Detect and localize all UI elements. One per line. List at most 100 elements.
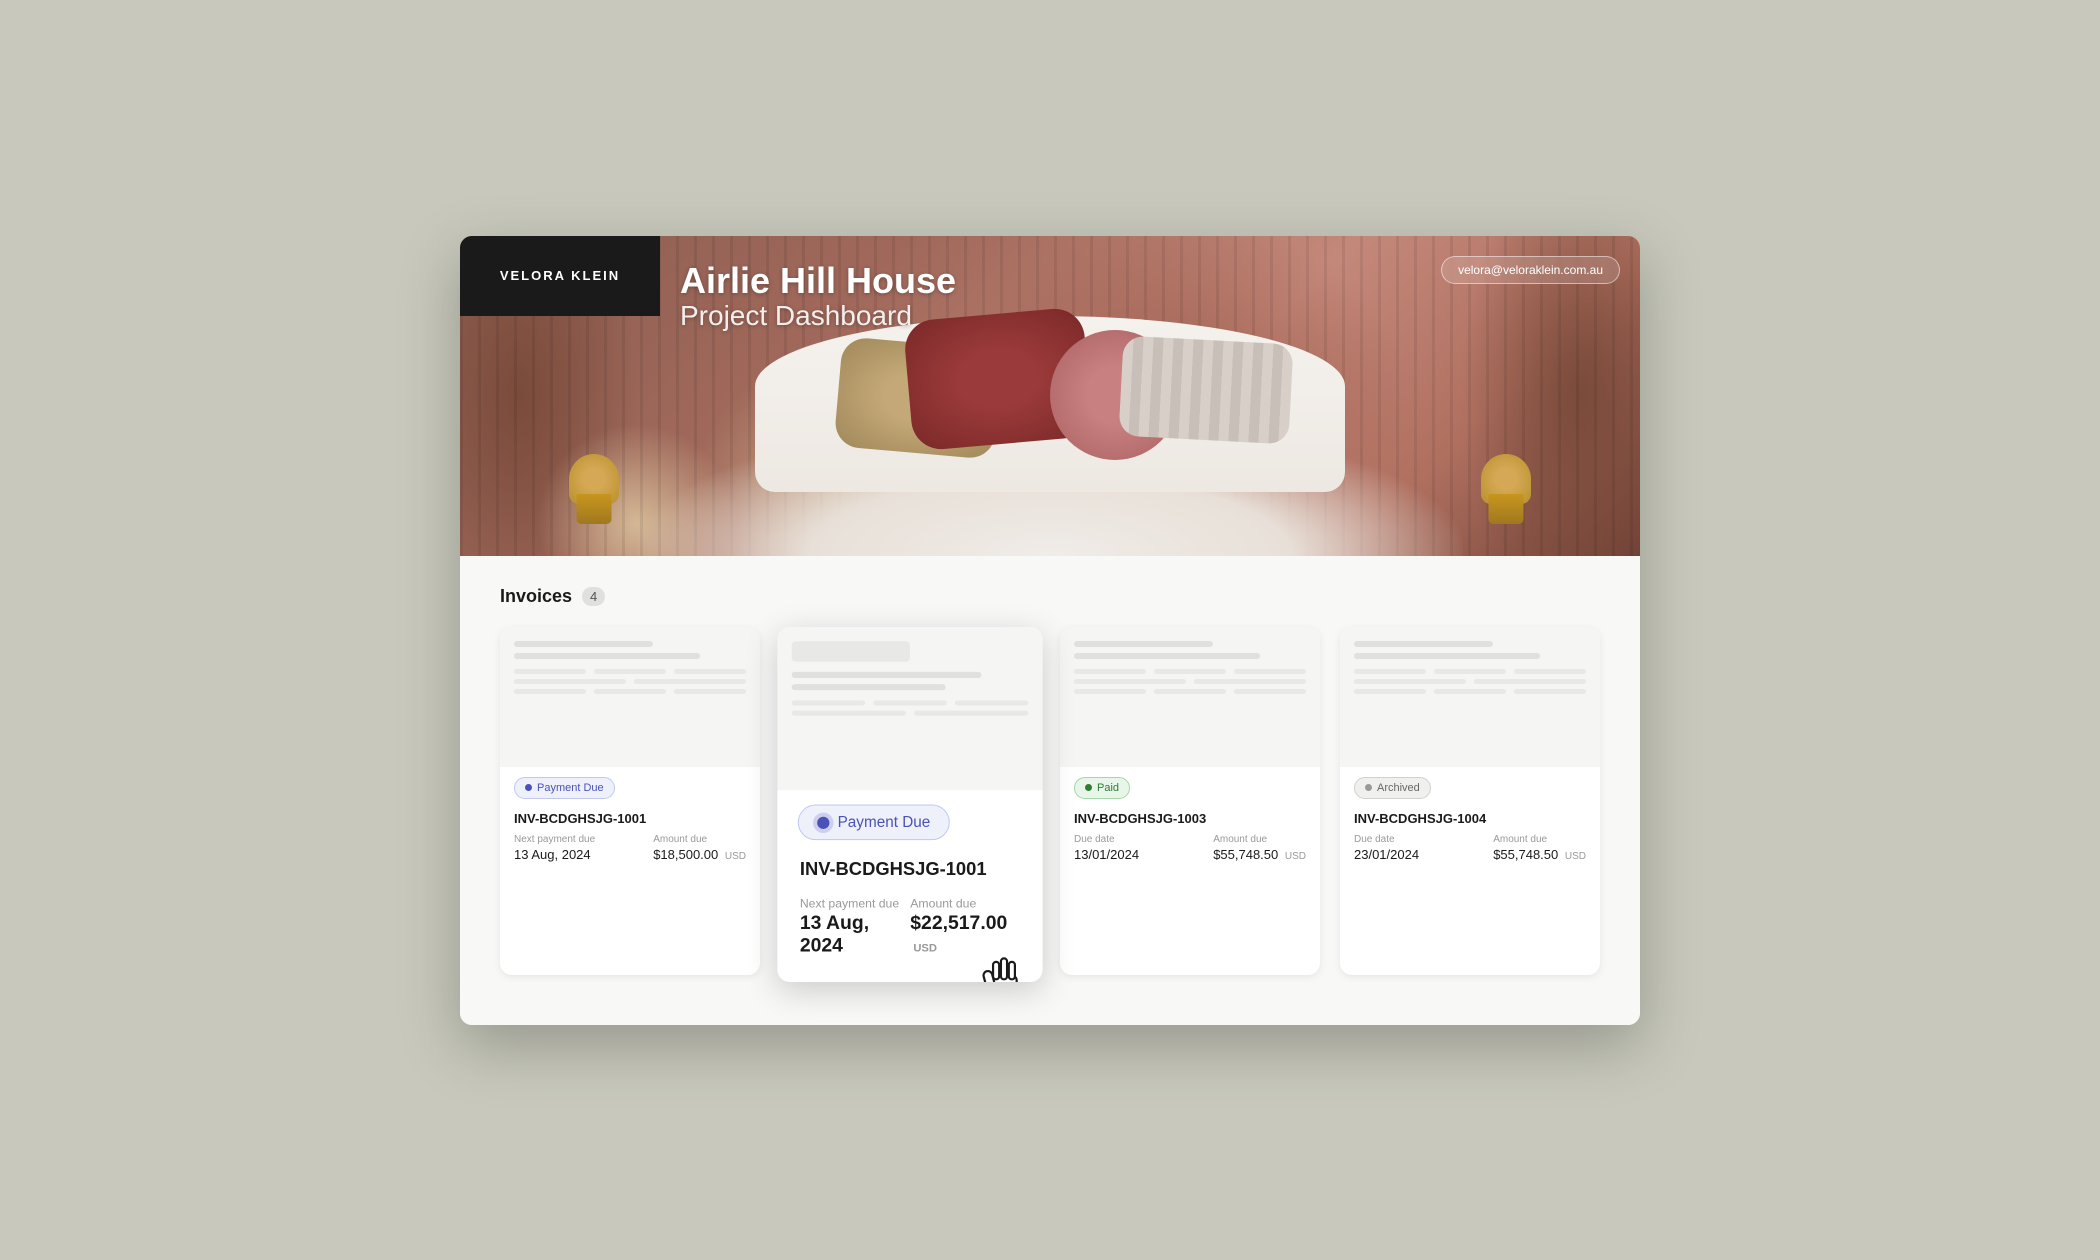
amount-label-4: Amount due bbox=[1493, 834, 1586, 845]
invoice-id-expanded: INV-BCDGHSJG-1001 bbox=[800, 858, 1020, 879]
preview-cell bbox=[634, 679, 746, 684]
amount-value: $18,500.00 USD bbox=[653, 847, 746, 862]
date-label-3: Due date bbox=[1074, 834, 1139, 845]
preview-cell bbox=[1074, 669, 1146, 674]
preview-cell bbox=[514, 689, 586, 694]
preview-cell bbox=[514, 669, 586, 674]
preview-line bbox=[1074, 641, 1213, 647]
date-value-3: 13/01/2024 bbox=[1074, 847, 1139, 862]
status-label: Payment Due bbox=[537, 782, 604, 794]
card-info-expanded: INV-BCDGHSJG-1001 Next payment due 13 Au… bbox=[777, 840, 1042, 982]
browser-window: VELORA KLEIN Airlie Hill House Project D… bbox=[460, 236, 1640, 1025]
preview-lines bbox=[1074, 669, 1306, 694]
card-status-bar-3: Paid bbox=[1060, 767, 1320, 799]
preview-cell bbox=[792, 710, 906, 715]
invoice-id-3: INV-BCDGHSJG-1003 bbox=[1074, 811, 1306, 826]
invoice-card-1001-expanded[interactable]: Payment Due INV-BCDGHSJG-1001 Next payme… bbox=[777, 627, 1042, 982]
status-badge: Payment Due bbox=[514, 777, 615, 799]
invoice-id: INV-BCDGHSJG-1001 bbox=[514, 811, 746, 826]
currency-3: USD bbox=[1285, 851, 1306, 862]
amount-label: Amount due bbox=[653, 834, 746, 845]
preview-row bbox=[792, 700, 1029, 705]
hero-pillow-stripe bbox=[1118, 336, 1293, 445]
invoices-grid: Payment Due INV-BCDGHSJG-1001 Next payme… bbox=[500, 627, 1600, 975]
preview-cell bbox=[873, 700, 946, 705]
preview-lines bbox=[1354, 669, 1586, 694]
preview-cell bbox=[514, 679, 626, 684]
preview-cell bbox=[1434, 689, 1506, 694]
preview-lines bbox=[514, 669, 746, 694]
status-badge-4: Archived bbox=[1354, 777, 1431, 799]
preview-line bbox=[1354, 641, 1493, 647]
preview-row bbox=[1074, 669, 1306, 674]
date-label: Next payment due bbox=[514, 834, 595, 845]
status-badge-3: Paid bbox=[1074, 777, 1130, 799]
amount-value-3: $55,748.50 USD bbox=[1213, 847, 1306, 862]
card-status-bar-4: Archived bbox=[1340, 767, 1600, 799]
preview-row bbox=[1074, 679, 1306, 684]
invoices-count: 4 bbox=[582, 587, 605, 606]
brand-logo: VELORA KLEIN bbox=[460, 236, 660, 316]
status-dot-icon bbox=[1365, 784, 1372, 791]
amount-value-4: $55,748.50 USD bbox=[1493, 847, 1586, 862]
card-preview-3 bbox=[1060, 627, 1320, 767]
card-info: INV-BCDGHSJG-1001 Next payment due 13 Au… bbox=[500, 799, 760, 878]
preview-row bbox=[1354, 689, 1586, 694]
card-info-3: INV-BCDGHSJG-1003 Due date 13/01/2024 Am… bbox=[1060, 799, 1320, 878]
invoice-card-1004[interactable]: Archived INV-BCDGHSJG-1004 Due date 23/0… bbox=[1340, 627, 1600, 975]
preview-row bbox=[514, 669, 746, 674]
invoice-card-1001[interactable]: Payment Due INV-BCDGHSJG-1001 Next payme… bbox=[500, 627, 760, 975]
invoices-header: Invoices 4 bbox=[500, 586, 1600, 607]
amount-group-4: Amount due $55,748.50 USD bbox=[1493, 834, 1586, 862]
preview-line bbox=[514, 653, 700, 659]
preview-cell bbox=[1514, 669, 1586, 674]
hero-banner: VELORA KLEIN Airlie Hill House Project D… bbox=[460, 236, 1640, 556]
preview-cell bbox=[1234, 669, 1306, 674]
preview-cell bbox=[914, 710, 1028, 715]
preview-row bbox=[1074, 689, 1306, 694]
preview-line bbox=[1354, 653, 1540, 659]
amount-group-3: Amount due $55,748.50 USD bbox=[1213, 834, 1306, 862]
amount-group-expanded: Amount due $22,517.00 USD bbox=[910, 896, 1020, 957]
date-value-expanded: 13 Aug, 2024 bbox=[800, 912, 900, 957]
status-dot-icon bbox=[525, 784, 532, 791]
card-status-bar: Payment Due bbox=[500, 767, 760, 799]
preview-cell bbox=[1154, 669, 1226, 674]
card-preview-1 bbox=[500, 627, 760, 767]
preview-row bbox=[514, 689, 746, 694]
invoices-title: Invoices bbox=[500, 586, 572, 607]
invoice-id-4: INV-BCDGHSJG-1004 bbox=[1354, 811, 1586, 826]
amount-label-expanded: Amount due bbox=[910, 896, 1020, 910]
preview-row bbox=[514, 679, 746, 684]
invoice-meta: Next payment due 13 Aug, 2024 Amount due… bbox=[514, 834, 746, 862]
date-label-4: Due date bbox=[1354, 834, 1419, 845]
preview-cell bbox=[792, 700, 865, 705]
preview-lines bbox=[792, 700, 1029, 715]
preview-cell bbox=[1194, 679, 1306, 684]
preview-cell bbox=[594, 669, 666, 674]
preview-cell bbox=[1354, 689, 1426, 694]
preview-cell bbox=[1074, 679, 1186, 684]
status-dot-icon bbox=[817, 816, 829, 828]
preview-cell bbox=[1474, 679, 1586, 684]
status-dot-icon bbox=[1085, 784, 1092, 791]
lamp-left bbox=[554, 424, 634, 524]
card-preview-expanded bbox=[777, 627, 1042, 790]
status-label-4: Archived bbox=[1377, 782, 1420, 794]
invoice-meta-expanded: Next payment due 13 Aug, 2024 Amount due… bbox=[800, 896, 1020, 957]
card-preview-4 bbox=[1340, 627, 1600, 767]
currency-4: USD bbox=[1565, 851, 1586, 862]
dashboard-label: Project Dashboard bbox=[680, 300, 956, 332]
preview-cell bbox=[674, 689, 746, 694]
currency: USD bbox=[725, 851, 746, 862]
card-status-bar-expanded: Payment Due bbox=[777, 790, 1042, 840]
user-email[interactable]: velora@veloraklein.com.au bbox=[1441, 256, 1620, 284]
preview-cell bbox=[1354, 669, 1426, 674]
status-label-3: Paid bbox=[1097, 782, 1119, 794]
date-group-expanded: Next payment due 13 Aug, 2024 bbox=[800, 896, 900, 957]
lamp-right bbox=[1466, 424, 1546, 524]
preview-cell bbox=[955, 700, 1028, 705]
preview-line bbox=[1074, 653, 1260, 659]
invoice-card-1003[interactable]: Paid INV-BCDGHSJG-1003 Due date 13/01/20… bbox=[1060, 627, 1320, 975]
currency-expanded: USD bbox=[913, 942, 937, 954]
